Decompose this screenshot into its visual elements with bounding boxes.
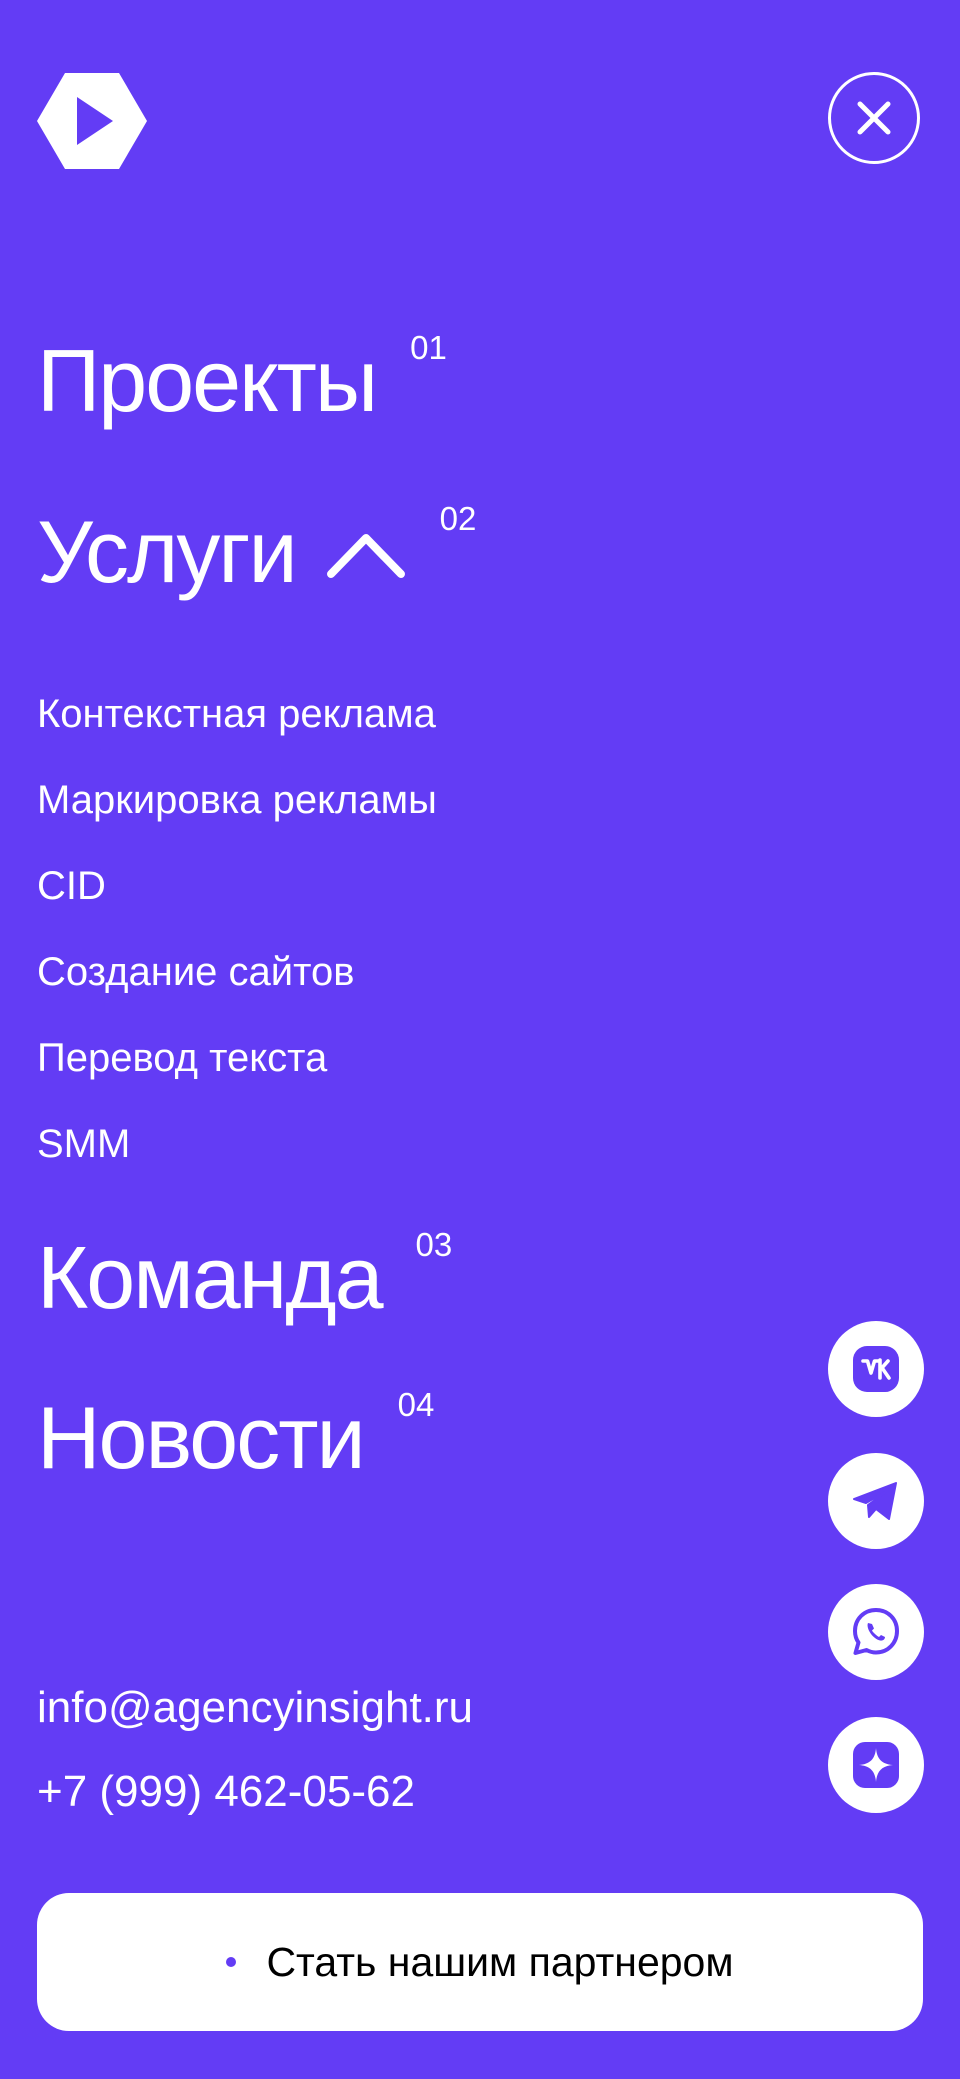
telegram-icon [853,1482,897,1520]
cta-label: Стать нашим партнером [266,1938,734,1985]
submenu-item-smm[interactable]: SMM [37,1118,437,1204]
logo[interactable] [37,73,147,169]
hexagon-arrow-logo-icon [37,73,147,169]
contact-email[interactable]: info@agencyinsight.ru [37,1682,473,1734]
nav-label: Новости [37,1388,366,1487]
vk-icon [853,1346,899,1392]
submenu-item-context-ads[interactable]: Контекстная реклама [37,688,437,774]
nav-item-services[interactable]: Услуги 02 [37,502,476,601]
submenu-item-cid[interactable]: CID [37,860,437,946]
submenu-item-websites[interactable]: Создание сайтов [37,946,437,1032]
close-button[interactable] [828,72,920,164]
nav-label: Проекты [37,331,378,430]
zen-button[interactable] [828,1717,924,1813]
telegram-button[interactable] [828,1453,924,1549]
nav-item-team[interactable]: Команда 03 [37,1228,452,1327]
bullet-dot [226,1957,237,1967]
vk-button[interactable] [828,1321,924,1417]
nav-number: 04 [397,1386,435,1423]
nav-number: 01 [410,329,447,366]
whatsapp-button[interactable] [828,1584,924,1680]
nav-label: Услуги [37,502,298,601]
zen-icon [853,1742,899,1788]
become-partner-button[interactable]: Стать нашим партнером [37,1893,923,2031]
close-icon [857,101,891,135]
nav-item-projects[interactable]: Проекты 01 [37,331,447,430]
nav-item-news[interactable]: Новости 04 [37,1388,434,1487]
submenu-item-ad-marking[interactable]: Маркировка рекламы [37,774,437,860]
nav-number: 02 [439,500,477,537]
nav-number: 03 [415,1226,453,1263]
whatsapp-icon [853,1608,899,1655]
submenu-item-translation[interactable]: Перевод текста [37,1032,437,1118]
services-submenu: Контекстная реклама Маркировка рекламы C… [37,688,437,1204]
contact-phone[interactable]: +7 (999) 462-05-62 [37,1766,415,1818]
chevron-up-icon[interactable] [326,528,406,585]
nav-label: Команда [37,1228,384,1327]
